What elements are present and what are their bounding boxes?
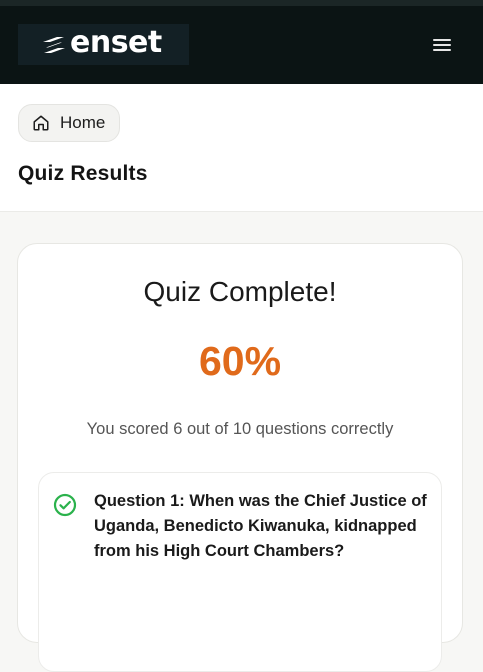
hamburger-icon xyxy=(433,39,451,41)
question-result-item[interactable]: Question 1: When was the Chief Justice o… xyxy=(38,472,442,672)
top-navbar: enset xyxy=(0,0,483,84)
logo[interactable]: enset xyxy=(18,24,189,65)
menu-button[interactable] xyxy=(433,36,451,54)
score-percentage: 60% xyxy=(198,338,282,384)
check-circle-icon xyxy=(53,493,77,517)
page-title: Quiz Results xyxy=(18,162,148,185)
home-icon xyxy=(33,115,49,131)
logo-text: enset xyxy=(70,25,162,60)
score-summary: You scored 6 out of 10 questions correct… xyxy=(86,420,394,438)
quiz-result-card: Quiz Complete! 60% You scored 6 out of 1… xyxy=(17,243,463,672)
quiz-complete-heading: Quiz Complete! xyxy=(143,276,337,307)
breadcrumb-home[interactable]: Home xyxy=(18,104,121,142)
logo-mark-icon xyxy=(43,36,65,53)
question-text: Question 1: When was the Chief Justice o… xyxy=(94,492,427,560)
breadcrumb-home-label: Home xyxy=(60,113,106,132)
page-header: Home Quiz Results xyxy=(0,84,483,212)
